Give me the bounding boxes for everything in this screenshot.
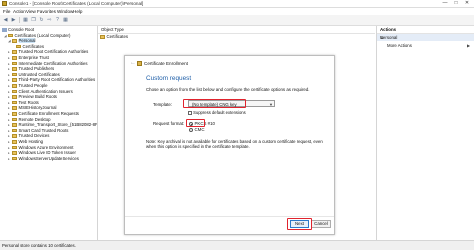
list-item[interactable]: Certificates — [100, 34, 128, 39]
window-title: Console1 - [Console Root\Certificates (L… — [9, 0, 144, 6]
highlight-request-format — [186, 119, 205, 127]
radio-icon — [189, 127, 193, 132]
folder-icon — [100, 35, 105, 39]
tree-item-store[interactable]: ▸ WindowsServerUpdateServices — [8, 156, 79, 162]
menu-help[interactable]: Help — [73, 9, 82, 14]
column-header[interactable]: Object Type — [98, 26, 375, 34]
column-header-object-type: Object Type — [101, 27, 124, 32]
copy-icon[interactable]: ❐ — [30, 17, 37, 23]
menu-action[interactable]: Action — [13, 9, 26, 14]
status-text: Personal store contains 10 certificates. — [2, 243, 76, 248]
folder-icon — [12, 39, 17, 43]
folder-icon — [12, 89, 17, 94]
folder-icon — [12, 56, 17, 60]
console-tree: Console Root ◢ Certificates (Local Comput… — [0, 26, 98, 240]
folder-icon — [12, 151, 17, 155]
chevron-down-icon: ▼ — [269, 101, 273, 107]
toolbar: ◀ ▶ ▦ ❐ ↻ ⇨ ? ▦ — [0, 15, 474, 26]
minimize-button[interactable]: — — [440, 0, 450, 7]
dialog-footer-divider — [125, 216, 334, 217]
list-item-label: Certificates — [106, 34, 129, 39]
folder-icon — [12, 156, 17, 161]
menu-favorites[interactable]: Favorites — [37, 9, 56, 14]
help-icon[interactable]: ? — [54, 17, 61, 23]
key-archival-note: Note: Key archival is not available for … — [146, 139, 323, 150]
folder-icon — [12, 84, 17, 88]
folder-icon — [12, 140, 17, 144]
show-tree-icon[interactable]: ▦ — [22, 17, 29, 23]
radio-cmc[interactable]: CMC — [189, 127, 205, 132]
folder-icon — [12, 134, 17, 139]
folder-icon — [12, 145, 17, 150]
menu-bar: File Action View Favorites Window Help — [0, 8, 474, 15]
toolbar-divider — [19, 17, 20, 23]
dialog-title: Certificate Enrollment — [144, 60, 188, 66]
folder-icon — [12, 123, 17, 127]
refresh-icon[interactable]: ↻ — [38, 17, 45, 23]
template-label: Template: — [153, 102, 173, 107]
mmc-app-icon — [2, 1, 7, 6]
folder-icon — [12, 95, 17, 99]
menu-file[interactable]: File — [3, 9, 10, 14]
export-icon[interactable]: ⇨ — [46, 17, 53, 23]
highlight-next — [287, 218, 312, 230]
more-actions-link[interactable]: More Actions ▶ — [387, 43, 470, 48]
folder-icon — [12, 67, 17, 71]
highlight-template — [183, 99, 246, 108]
close-button[interactable]: ✕ — [462, 0, 472, 7]
certificate-enrollment-dialog: ← Certificate Enrollment Custom request … — [124, 55, 335, 235]
page-heading: Custom request — [146, 75, 192, 82]
menu-view[interactable]: View — [26, 9, 36, 14]
folder-icon — [2, 27, 7, 32]
folder-icon — [12, 112, 17, 116]
folder-icon — [12, 50, 17, 55]
chevron-right-icon: ▶ — [467, 43, 471, 48]
folder-icon — [12, 128, 17, 133]
cancel-button[interactable]: Cancel — [311, 220, 331, 228]
folder-icon — [12, 61, 17, 66]
suppress-extensions-checkbox[interactable]: Suppress default extensions — [188, 110, 246, 115]
actions-header: Actions — [377, 26, 474, 34]
folder-icon — [12, 106, 17, 111]
checkbox-icon — [188, 111, 192, 115]
folder-icon — [16, 44, 21, 49]
request-format-label: Request format: — [153, 120, 185, 126]
forward-arrow-icon[interactable]: ▶ — [10, 17, 17, 23]
certificate-enrollment-icon — [137, 61, 142, 66]
folder-icon — [12, 72, 17, 77]
maximize-button[interactable]: □ — [451, 0, 461, 7]
certificate-store-icon — [8, 33, 13, 38]
folder-icon — [12, 78, 17, 83]
title-bar: Console1 - [Console Root\Certificates (L… — [0, 0, 474, 8]
actions-section-personal[interactable]: Personal ▲ — [377, 34, 474, 41]
actions-pane: Actions Personal ▲ More Actions ▶ — [376, 26, 474, 240]
menu-window[interactable]: Window — [57, 9, 73, 14]
folder-icon — [12, 117, 17, 122]
back-arrow-icon[interactable]: ◀ — [2, 17, 9, 23]
back-arrow-icon[interactable]: ← — [130, 60, 136, 66]
properties-icon[interactable]: ▦ — [62, 17, 69, 23]
folder-icon — [12, 100, 17, 105]
page-description: Chose an option from the list below and … — [146, 87, 310, 92]
collapse-arrow-icon[interactable]: ▲ — [380, 35, 472, 40]
